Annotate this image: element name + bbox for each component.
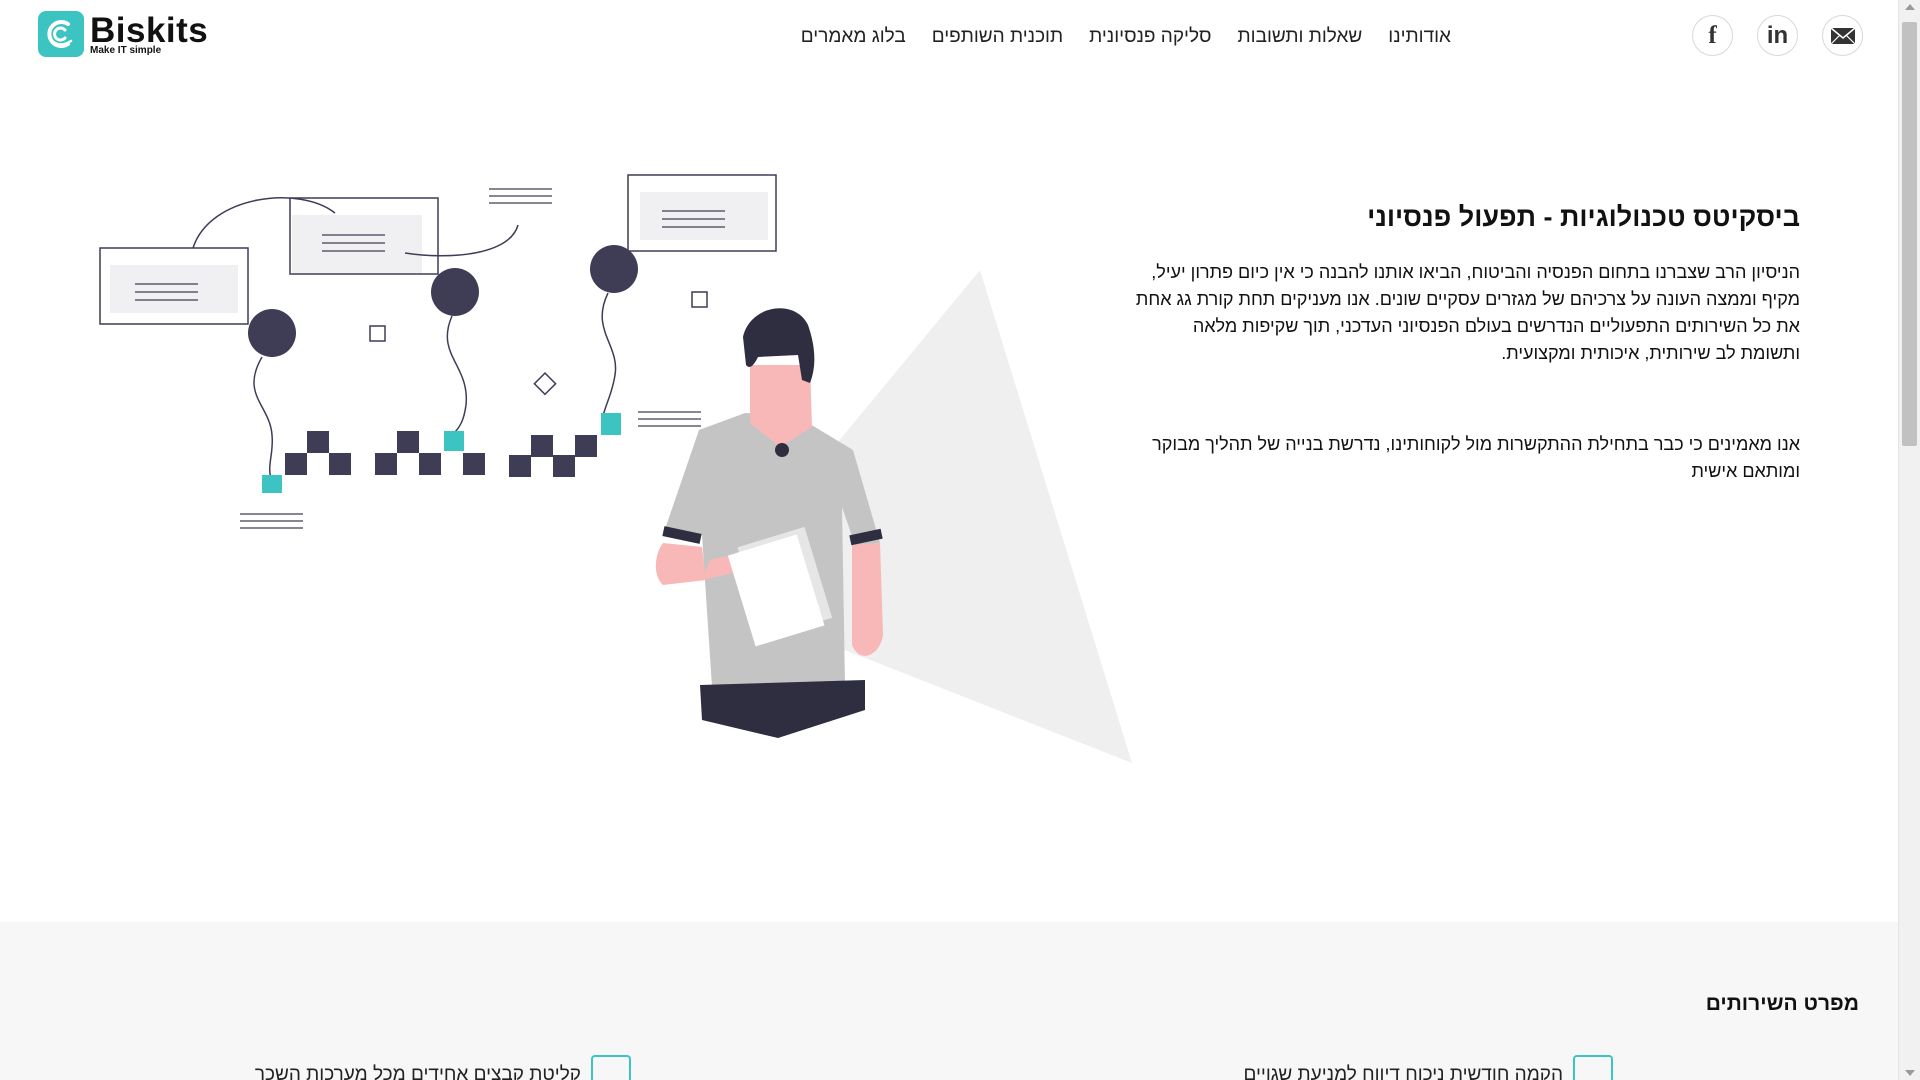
service-item-monthly-report[interactable]: הקמה חודשית ניכוח דיווח למניעת שגויים: [1243, 1055, 1613, 1080]
social-links: f in: [1692, 15, 1863, 56]
gear-window-icon: [591, 1055, 631, 1080]
hero-title: ביסקיטס טכנולוגיות - תפעול פנסיוני: [1367, 202, 1800, 232]
linkedin-icon: in: [1766, 21, 1789, 49]
nav-item-pension-clearing[interactable]: סליקה פנסיונית: [1089, 26, 1211, 48]
service-label: קליטת קבצים אחידים מכל מערכות השכר: [254, 1064, 581, 1080]
logo-mark-icon: [38, 11, 84, 57]
hero-content: ביסקיטס טכנולוגיות - תפעול פנסיוני הניסי…: [1130, 202, 1800, 485]
facebook-icon: f: [1708, 21, 1717, 49]
services-section: מפרט השירותים הקמה חודשית ניכוח דיווח למ…: [0, 922, 1898, 1080]
scroll-thumb[interactable]: [1902, 22, 1917, 446]
main-nav: אודותינו שאלות ותשובות סליקה פנסיונית תו…: [801, 26, 1451, 48]
hero-paragraph-1: הניסיון הרב שצברנו בתחום הפנסיה והביטוח,…: [1135, 262, 1800, 363]
service-label: הקמה חודשית ניכוח דיווח למניעת שגויים: [1243, 1064, 1563, 1080]
scroll-up-arrow-icon[interactable]: [1905, 4, 1915, 10]
linkedin-button[interactable]: in: [1757, 15, 1798, 56]
nav-item-partners[interactable]: תוכנית השותפים: [932, 26, 1063, 48]
hero-paragraph-2: אנו מאמינים כי כבר בתחילת ההתקשרות מול ל…: [1152, 434, 1800, 481]
services-title: מפרט השירותים: [1705, 992, 1859, 1015]
scroll-down-arrow-icon[interactable]: [1905, 1070, 1915, 1076]
nav-item-faq[interactable]: שאלות ותשובות: [1238, 26, 1363, 48]
nav-item-blog[interactable]: בלוג מאמרים: [801, 26, 906, 48]
nav-item-about[interactable]: אודותינו: [1388, 26, 1451, 48]
brand-logo[interactable]: Biskits Make IT simple: [38, 11, 208, 57]
person-pants: [700, 680, 865, 738]
mail-button[interactable]: [1822, 15, 1863, 56]
facebook-button[interactable]: f: [1692, 15, 1733, 56]
site-header: Biskits Make IT simple אודותינו שאלות ות…: [0, 0, 1898, 72]
service-item-file-intake[interactable]: קליטת קבצים אחידים מכל מערכות השכר: [255, 1055, 631, 1080]
brand-name: Biskits: [90, 10, 209, 50]
mail-icon: [1830, 26, 1855, 44]
page-scrollbar[interactable]: [1898, 0, 1920, 1080]
hero-illustration: [99, 174, 1132, 763]
download-doc-icon: [1573, 1055, 1613, 1080]
